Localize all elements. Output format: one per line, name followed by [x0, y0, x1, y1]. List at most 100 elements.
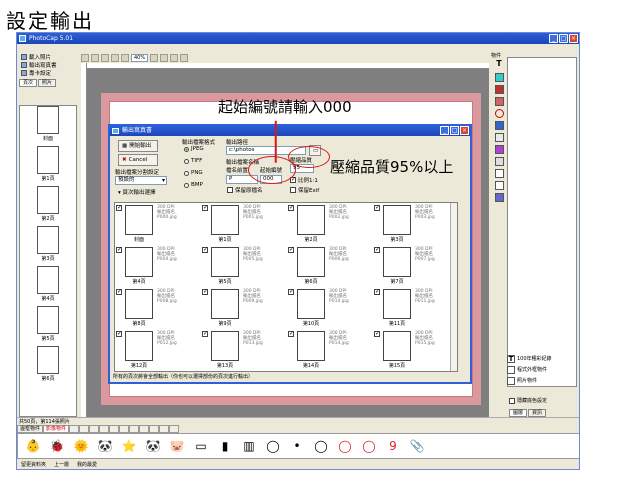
- tool-button[interactable]: [170, 54, 179, 62]
- checkbox[interactable]: ✓: [202, 247, 208, 253]
- dot-icon[interactable]: •: [288, 437, 306, 455]
- table-row[interactable]: ✓ 300 DPI 輸出檔名 P009.jpg 第9頁: [201, 287, 287, 329]
- bubble-icon[interactable]: ◯: [264, 437, 282, 455]
- checkbox[interactable]: [509, 397, 515, 404]
- hide-background-check[interactable]: 隱藏底色設定: [509, 397, 547, 404]
- tab-category[interactable]: [89, 425, 100, 433]
- barcode-icon[interactable]: ▥: [240, 437, 258, 455]
- tab-category[interactable]: [119, 425, 130, 433]
- maximize-icon[interactable]: □: [450, 126, 459, 135]
- list-item[interactable]: 第4頁: [20, 266, 76, 306]
- zoom-in-icon[interactable]: [111, 54, 119, 62]
- checkbox[interactable]: ✓: [202, 289, 208, 295]
- format-tiff[interactable]: TIFF: [184, 158, 202, 164]
- tab-category[interactable]: 影像物件: [43, 425, 70, 433]
- radio[interactable]: [184, 170, 189, 176]
- checkbox[interactable]: ✓: [288, 331, 294, 337]
- frame-icon[interactable]: ▭: [192, 437, 210, 455]
- radio[interactable]: [184, 158, 189, 164]
- start-export-button[interactable]: ▦ 開始輸出: [118, 140, 158, 152]
- baby-icon[interactable]: 👶: [24, 437, 42, 455]
- panda-icon[interactable]: 🐼: [96, 437, 114, 455]
- table-row[interactable]: ✓ 300 DPI 輸出檔名 P008.jpg 第8頁: [115, 287, 201, 329]
- format-png[interactable]: PNG: [184, 170, 203, 176]
- table-row[interactable]: ✓ 300 DPI 輸出檔名 P012.jpg 第12頁: [115, 329, 201, 371]
- ring-icon[interactable]: ◯: [336, 437, 354, 455]
- grid-tool-icon[interactable]: [494, 157, 504, 166]
- page-output-options[interactable]: ▾ 頁次輸出選擇: [118, 188, 156, 196]
- checkbox[interactable]: ✓: [374, 247, 380, 253]
- up-button[interactable]: 上一層: [54, 461, 69, 468]
- folder-button[interactable]: 留更資料夾: [21, 461, 46, 468]
- tab-category[interactable]: [69, 425, 80, 433]
- checkbox[interactable]: ✓: [202, 205, 208, 211]
- tab-category[interactable]: [129, 425, 140, 433]
- image-tool-icon[interactable]: [494, 73, 504, 82]
- star-icon[interactable]: ⭐: [120, 437, 138, 455]
- page-export-grid[interactable]: ✓ 300 DPI 輸出檔名 P000.jpg 封面 ✓ 300 DPI 輸出檔名 P001.…: [114, 202, 458, 372]
- ladybug-icon[interactable]: 🐞: [48, 437, 66, 455]
- tab-info[interactable]: 資訊: [528, 409, 547, 417]
- sun-icon[interactable]: 🌞: [72, 437, 90, 455]
- keep-filename-check[interactable]: 保留原檔名: [227, 186, 263, 194]
- table-row[interactable]: ✓ 300 DPI 輸出檔名 P002.jpg 第2頁: [287, 203, 373, 245]
- zoom-field[interactable]: 40%: [131, 54, 149, 62]
- nine-icon[interactable]: 9: [384, 437, 402, 455]
- calendar-tool-icon[interactable]: [494, 133, 504, 142]
- list-item[interactable]: 第1頁: [20, 146, 76, 186]
- export-book-action[interactable]: 輸出寫真書: [17, 61, 79, 69]
- maximize-icon[interactable]: □: [559, 34, 568, 43]
- table-row[interactable]: ✓ 300 DPI 輸出檔名 P010.jpg 第10頁: [287, 287, 373, 329]
- bubble-icon[interactable]: ◯: [312, 437, 330, 455]
- list-item[interactable]: 第5頁: [20, 306, 76, 346]
- tab-category[interactable]: 邊框物件: [17, 425, 44, 433]
- table-row[interactable]: ✓ 300 DPI 輸出檔名 P014.jpg 第14頁: [287, 329, 373, 371]
- format-bmp[interactable]: BMP: [184, 182, 203, 188]
- panda-icon[interactable]: 🐼: [144, 437, 162, 455]
- minimize-icon[interactable]: _: [440, 126, 449, 135]
- tab-category[interactable]: [159, 425, 170, 433]
- list-item[interactable]: 封面: [20, 106, 76, 146]
- radio[interactable]: [184, 146, 189, 152]
- table-row[interactable]: ✓ 300 DPI 輸出檔名 P003.jpg 第3頁: [373, 203, 457, 245]
- table-row[interactable]: ✓ 300 DPI 輸出檔名 P001.jpg 第1頁: [201, 203, 287, 245]
- tool-button[interactable]: [160, 54, 169, 62]
- circle-tool-icon[interactable]: [494, 109, 504, 118]
- checkbox[interactable]: ✓: [116, 289, 122, 295]
- table-row[interactable]: ✓ 300 DPI 輸出檔名 P007.jpg 第7頁: [373, 245, 457, 287]
- minimize-icon[interactable]: _: [549, 34, 558, 43]
- layer-item[interactable]: T 100年種彩紀錄: [507, 353, 577, 364]
- split-setting-select[interactable]: 預設的: [115, 176, 167, 185]
- checkbox[interactable]: ✓: [202, 331, 208, 337]
- tool-button[interactable]: [101, 54, 109, 62]
- tab-pages[interactable]: 頁次: [19, 79, 38, 87]
- load-photos-action[interactable]: 載入照片: [17, 53, 79, 61]
- list-item[interactable]: 第2頁: [20, 186, 76, 226]
- cancel-button[interactable]: ✖ Cancel: [118, 154, 158, 166]
- table-row[interactable]: ✓ 300 DPI 輸出檔名 P004.jpg 第4頁: [115, 245, 201, 287]
- table-row[interactable]: ✓ 300 DPI 輸出檔名 P015.jpg 第15頁: [373, 329, 457, 371]
- tab-layers[interactable]: 圖層: [509, 409, 528, 417]
- layer-item[interactable]: 照片物件: [507, 375, 577, 386]
- table-row[interactable]: ✓ 300 DPI 輸出檔名 P005.jpg 第5頁: [201, 245, 287, 287]
- table-row[interactable]: ✓ 300 DPI 輸出檔名 P000.jpg 封面: [115, 203, 201, 245]
- zoom-out-icon[interactable]: [121, 54, 129, 62]
- tab-photos[interactable]: 照片: [38, 79, 57, 87]
- checkbox[interactable]: ✓: [288, 289, 294, 295]
- table-row[interactable]: ✓ 300 DPI 輸出檔名 P013.jpg 第13頁: [201, 329, 287, 371]
- checkbox[interactable]: [290, 187, 296, 193]
- checkbox[interactable]: ✓: [288, 247, 294, 253]
- checkbox[interactable]: ✓: [374, 289, 380, 295]
- ratio-check[interactable]: ✓ 比例1:1: [290, 176, 318, 184]
- format-jpeg[interactable]: JPEG: [184, 146, 204, 152]
- checkbox[interactable]: ✓: [116, 331, 122, 337]
- frame-tool-icon[interactable]: [494, 85, 504, 94]
- radio[interactable]: [184, 182, 189, 188]
- arrow-tool-icon[interactable]: [494, 169, 504, 178]
- tab-category[interactable]: [99, 425, 110, 433]
- grid-scrollbar[interactable]: [450, 203, 457, 371]
- frame-icon[interactable]: ▮: [216, 437, 234, 455]
- tab-category[interactable]: [79, 425, 90, 433]
- checkbox[interactable]: ✓: [116, 205, 122, 211]
- table-row[interactable]: ✓ 300 DPI 輸出檔名 P006.jpg 第6頁: [287, 245, 373, 287]
